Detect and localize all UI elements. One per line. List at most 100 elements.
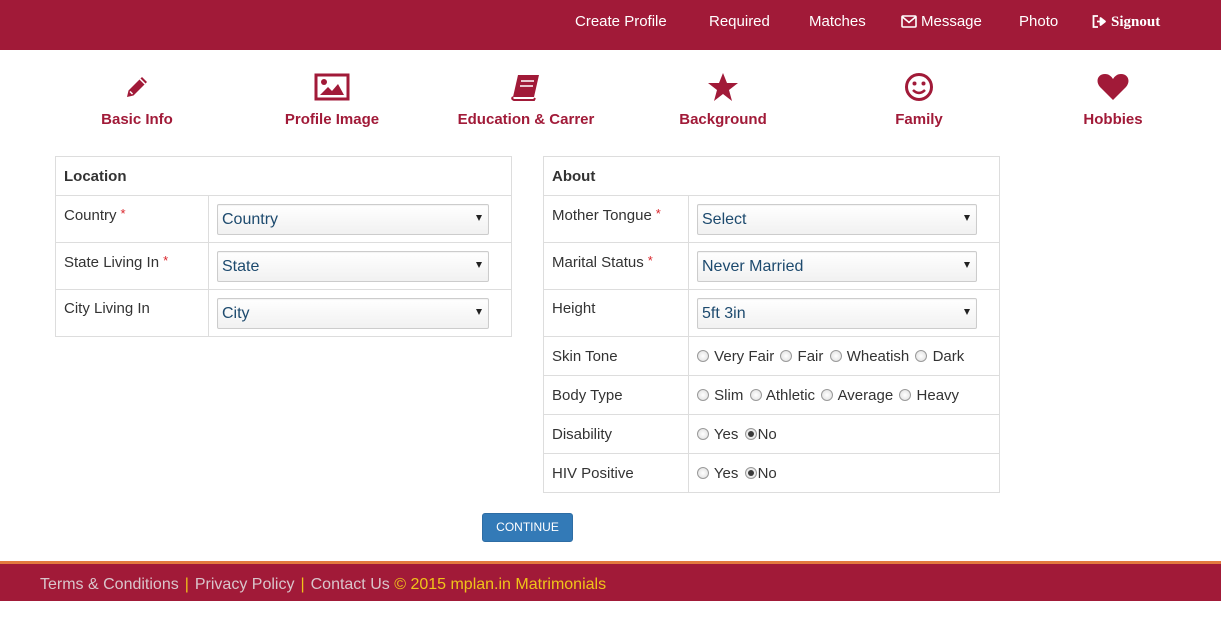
option-label: Yes bbox=[713, 464, 739, 482]
option-label: Heavy bbox=[916, 386, 960, 404]
step-label: Background bbox=[679, 111, 767, 128]
country-label: Country * bbox=[55, 195, 209, 243]
option-label: Wheatish bbox=[846, 347, 910, 365]
nav-matches[interactable]: Matches bbox=[809, 0, 866, 44]
marital-status-select-value: Never Married bbox=[702, 257, 804, 275]
radio-button[interactable] bbox=[697, 427, 709, 440]
radio-button[interactable] bbox=[697, 388, 709, 401]
radio-button[interactable] bbox=[697, 466, 709, 479]
disability-radio-group: Yes No bbox=[688, 414, 1000, 454]
privacy-link[interactable]: Privacy Policy bbox=[195, 576, 295, 593]
nav-signout-label: Signout bbox=[1111, 14, 1161, 30]
option-label: Yes bbox=[713, 425, 739, 443]
disability-option-no[interactable]: No bbox=[744, 425, 777, 443]
nav-create-profile[interactable]: Create Profile bbox=[575, 0, 667, 44]
footer-separator: | bbox=[184, 576, 189, 593]
step-education[interactable]: Education & Carrer bbox=[436, 72, 616, 128]
body-type-option[interactable]: Athletic bbox=[749, 386, 816, 404]
radio-button[interactable] bbox=[915, 349, 928, 362]
nav-required[interactable]: Required bbox=[709, 0, 770, 44]
body-type-label: Body Type bbox=[543, 375, 689, 415]
terms-link[interactable]: Terms & Conditions bbox=[40, 576, 179, 593]
mother-tongue-label-text: Mother Tongue bbox=[552, 207, 652, 224]
option-label: Average bbox=[837, 386, 894, 404]
radio-button[interactable] bbox=[749, 388, 762, 401]
skin-tone-option[interactable]: Very Fair bbox=[697, 348, 774, 365]
required-mark: * bbox=[120, 206, 126, 221]
chevron-down-icon bbox=[964, 308, 970, 315]
chevron-down-icon bbox=[476, 308, 482, 315]
nav-message-label: Message bbox=[921, 13, 982, 30]
country-select[interactable]: Country bbox=[217, 203, 489, 235]
marital-status-select[interactable]: Never Married bbox=[697, 250, 977, 282]
step-label: Education & Carrer bbox=[457, 111, 595, 128]
step-label: Family bbox=[895, 111, 943, 128]
signout-icon bbox=[1092, 15, 1106, 28]
option-label: Very Fair bbox=[714, 347, 775, 365]
height-select[interactable]: 5ft 3in bbox=[697, 297, 977, 329]
mother-tongue-label: Mother Tongue * bbox=[543, 195, 689, 243]
location-header: Location bbox=[55, 156, 512, 196]
radio-button-selected[interactable] bbox=[744, 466, 757, 479]
required-mark: * bbox=[163, 253, 169, 268]
envelope-icon bbox=[901, 15, 917, 28]
city-select[interactable]: City bbox=[217, 297, 489, 329]
step-hobbies[interactable]: Hobbies bbox=[1023, 72, 1203, 128]
state-label-text: State Living In bbox=[64, 254, 160, 271]
state-select-value: State bbox=[222, 257, 260, 275]
nav-signout[interactable]: Signout bbox=[1092, 0, 1160, 44]
body-type-option[interactable]: Heavy bbox=[899, 387, 959, 404]
step-label: Hobbies bbox=[1083, 111, 1143, 128]
heart-icon bbox=[1023, 72, 1203, 104]
hiv-radio-group: Yes No bbox=[688, 453, 1000, 493]
step-family[interactable]: Family bbox=[829, 72, 1009, 128]
skin-tone-option[interactable]: Wheatish bbox=[829, 347, 910, 365]
body-type-radio-group: Slim Athletic Average Heavy bbox=[688, 375, 1000, 415]
required-mark: * bbox=[655, 206, 661, 221]
option-label: No bbox=[757, 464, 777, 482]
step-profile-image[interactable]: Profile Image bbox=[242, 72, 422, 128]
radio-button[interactable] bbox=[821, 388, 834, 401]
city-select-value: City bbox=[222, 304, 250, 322]
state-select[interactable]: State bbox=[217, 250, 489, 282]
copyright-text: © 2015 mplan.in Matrimonials bbox=[394, 576, 607, 593]
disability-label: Disability bbox=[543, 414, 689, 454]
required-mark: * bbox=[647, 253, 653, 268]
body-type-option[interactable]: Average bbox=[821, 387, 893, 404]
option-label: Athletic bbox=[765, 386, 816, 404]
marital-status-label: Marital Status * bbox=[543, 242, 689, 290]
mother-tongue-select[interactable]: Select bbox=[697, 203, 977, 235]
body-type-option[interactable]: Slim bbox=[697, 387, 743, 404]
nav-message[interactable]: Message bbox=[901, 0, 982, 44]
pencil-icon bbox=[47, 72, 227, 104]
step-background[interactable]: Background bbox=[633, 72, 813, 128]
chevron-down-icon bbox=[476, 214, 482, 221]
radio-button[interactable] bbox=[780, 349, 793, 362]
radio-button[interactable] bbox=[829, 349, 842, 362]
chevron-down-icon bbox=[476, 261, 482, 268]
star-icon bbox=[633, 72, 813, 104]
radio-button[interactable] bbox=[697, 349, 709, 362]
hiv-option-no[interactable]: No bbox=[744, 464, 777, 482]
skin-tone-radio-group: Very Fair Fair Wheatish Dark bbox=[688, 336, 1000, 376]
height-select-value: 5ft 3in bbox=[702, 304, 746, 322]
step-basic-info[interactable]: Basic Info bbox=[47, 72, 227, 128]
hiv-option-yes[interactable]: Yes bbox=[697, 465, 738, 482]
nav-photo[interactable]: Photo bbox=[1019, 0, 1058, 44]
option-label: No bbox=[757, 425, 777, 443]
mother-tongue-select-value: Select bbox=[702, 210, 747, 228]
city-label: City Living In bbox=[55, 289, 209, 337]
footer: Terms & Conditions | Privacy Policy | Contac… bbox=[0, 564, 1221, 601]
disability-option-yes[interactable]: Yes bbox=[697, 426, 738, 443]
contact-link[interactable]: Contact Us bbox=[311, 576, 390, 593]
smile-icon bbox=[829, 72, 1009, 104]
skin-tone-option[interactable]: Fair bbox=[780, 348, 823, 365]
step-label: Basic Info bbox=[101, 111, 173, 128]
continue-button[interactable]: CONTINUE bbox=[482, 513, 573, 542]
radio-button[interactable] bbox=[899, 388, 912, 401]
radio-button-selected[interactable] bbox=[744, 427, 757, 440]
step-label: Profile Image bbox=[284, 111, 380, 128]
option-label: Fair bbox=[797, 347, 824, 365]
about-header: About bbox=[543, 156, 1000, 196]
skin-tone-option[interactable]: Dark bbox=[915, 348, 964, 365]
